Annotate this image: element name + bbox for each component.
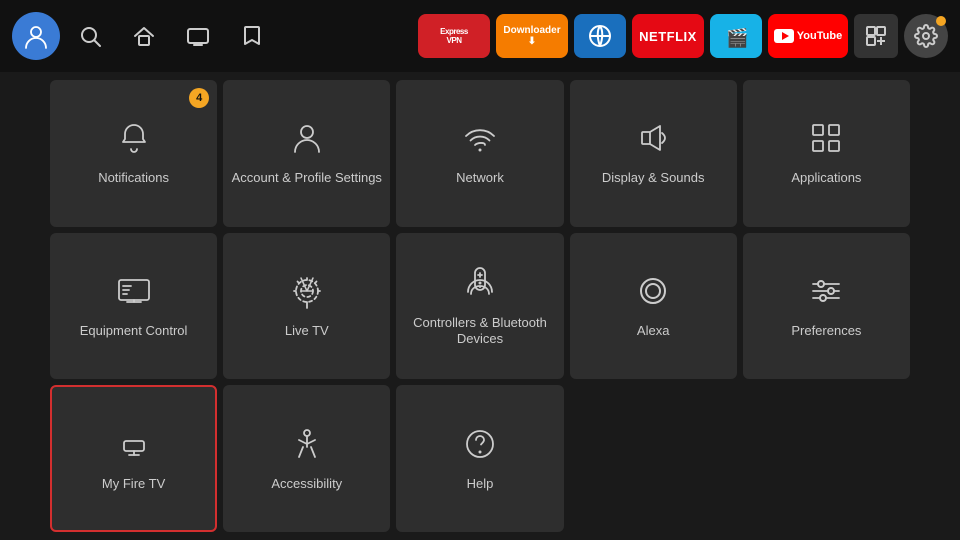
grid-cell-display-sounds[interactable]: Display & Sounds [570,80,737,227]
notification-badge: 4 [189,88,209,108]
settings-grid: 4 Notifications Account & Profile Settin… [0,72,960,540]
app-grid-icon[interactable] [854,14,898,58]
grid-cell-help[interactable]: Help [396,385,563,532]
antenna-icon [288,272,326,315]
notifications-label: Notifications [98,170,169,187]
help-label: Help [467,476,494,493]
bookmark-icon[interactable] [228,12,276,60]
app-youtube[interactable]: YouTube [768,14,848,58]
preferences-label: Preferences [791,323,861,340]
settings-notification-dot [936,16,946,26]
grid-cell-notifications[interactable]: 4 Notifications [50,80,217,227]
remote-icon [461,264,499,307]
live-tv-label: Live TV [285,323,329,340]
firetv-icon [115,425,153,468]
svg-text:🎬: 🎬 [726,27,748,48]
top-navigation-bar: ExpressVPN Downloader⬇ NETFLIX 🎬 YouTube [0,0,960,72]
grid-cell-my-fire-tv[interactable]: My Fire TV [50,385,217,532]
controllers-bluetooth-label: Controllers & Bluetooth Devices [404,315,555,349]
accessibility-label: Accessibility [271,476,342,493]
grid-cell-network[interactable]: Network [396,80,563,227]
grid-cell-live-tv[interactable]: Live TV [223,233,390,380]
display-sounds-label: Display & Sounds [602,170,705,187]
network-label: Network [456,170,504,187]
alexa-icon [634,272,672,315]
grid-cell-alexa[interactable]: Alexa [570,233,737,380]
avatar[interactable] [12,12,60,60]
grid-cell-applications[interactable]: Applications [743,80,910,227]
tv-icon [115,272,153,315]
grid-cell-accessibility[interactable]: Accessibility [223,385,390,532]
search-icon[interactable] [66,12,114,60]
apps-icon [807,119,845,162]
grid-cell-preferences[interactable]: Preferences [743,233,910,380]
help-icon [461,425,499,468]
wifi-icon [461,119,499,162]
app-netflix[interactable]: NETFLIX [632,14,704,58]
accessibility-icon [288,425,326,468]
app-browser[interactable] [574,14,626,58]
bell-icon [115,119,153,162]
settings-gear-icon[interactable] [904,14,948,58]
account-profile-label: Account & Profile Settings [232,170,382,187]
person-icon [288,119,326,162]
alexa-label: Alexa [637,323,670,340]
grid-cell-controllers-bluetooth[interactable]: Controllers & Bluetooth Devices [396,233,563,380]
equipment-control-label: Equipment Control [80,323,188,340]
speaker-icon [634,119,672,162]
my-fire-tv-label: My Fire TV [102,476,165,493]
app-kodi[interactable]: 🎬 [710,14,762,58]
app-expressvpn[interactable]: ExpressVPN [418,14,490,58]
app-downloader[interactable]: Downloader⬇ [496,14,568,58]
grid-cell-account-profile[interactable]: Account & Profile Settings [223,80,390,227]
grid-cell-equipment-control[interactable]: Equipment Control [50,233,217,380]
home-icon[interactable] [120,12,168,60]
screen-icon[interactable] [174,12,222,60]
sliders-icon [807,272,845,315]
applications-label: Applications [791,170,861,187]
